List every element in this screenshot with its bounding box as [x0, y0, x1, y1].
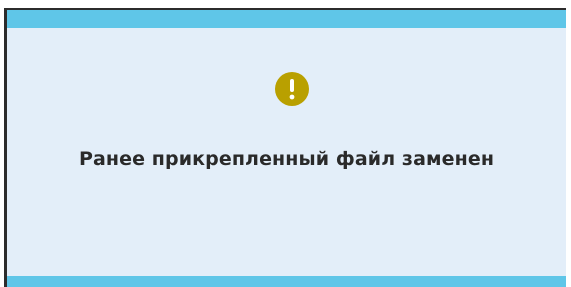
warning-exclamation-icon [275, 72, 309, 106]
notification-message: Ранее прикрепленный файл заменен [78, 148, 495, 170]
exclamation-glyph [289, 79, 295, 100]
notification-bottom-bar [7, 276, 566, 287]
notification-top-bar [7, 10, 566, 28]
notification-panel: Ранее прикрепленный файл заменен [4, 8, 566, 287]
